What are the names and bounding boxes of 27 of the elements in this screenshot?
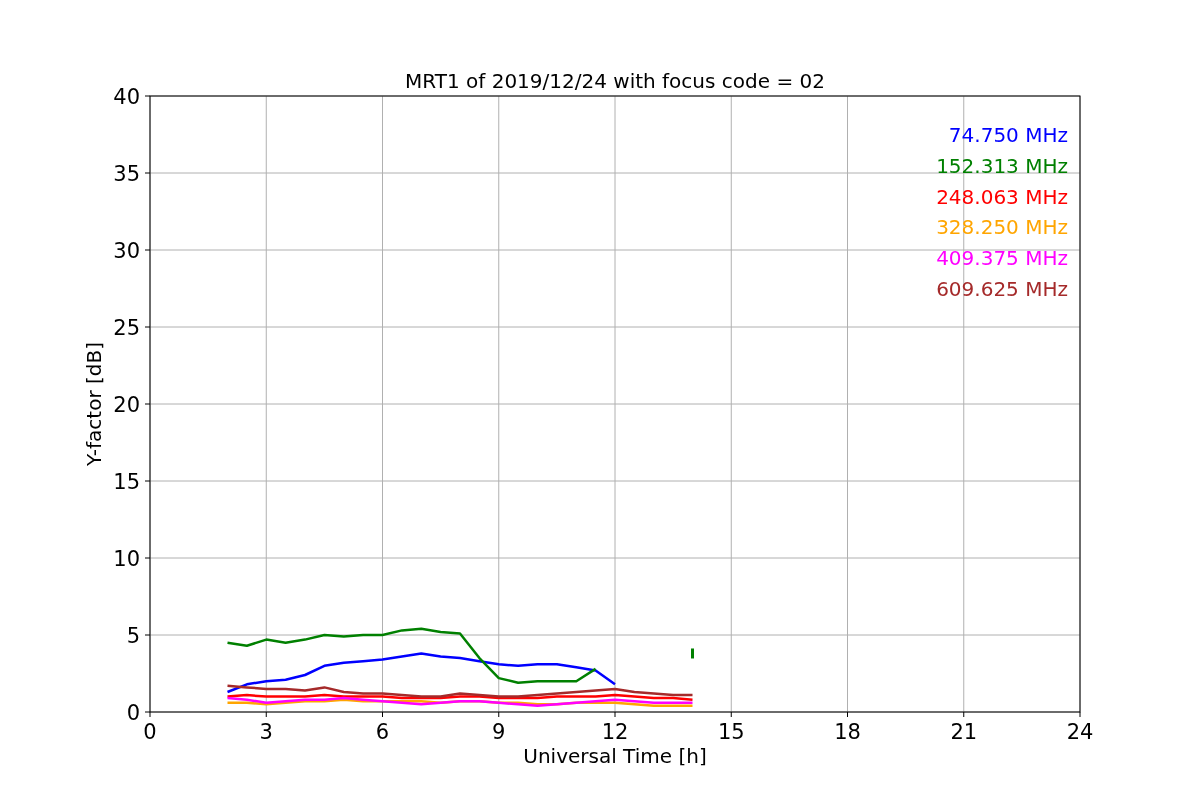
y-tick-label: 25: [113, 316, 140, 340]
x-tick-label: 9: [492, 720, 506, 744]
x-tick-label: 0: [143, 720, 157, 744]
y-tick-label: 10: [113, 547, 140, 571]
legend-label: 328.250 MHz: [936, 215, 1068, 240]
x-tick-label: 24: [1066, 720, 1094, 744]
x-tick-label: 12: [601, 720, 629, 744]
x-tick-label: 15: [717, 720, 745, 744]
x-tick-label: 6: [375, 720, 390, 744]
y-tick-label: 15: [113, 470, 140, 494]
y-tick-label: 0: [126, 701, 140, 725]
y-tick-label: 30: [113, 239, 140, 263]
x-tick-label: 21: [950, 720, 978, 744]
legend-label: 74.750 MHz: [948, 123, 1068, 147]
y-tick-label: 20: [113, 393, 140, 417]
chart-title: MRT1 of 2019/12/24 with focus code = 02: [405, 69, 825, 93]
y-tick-label: 40: [113, 85, 140, 109]
x-tick-label: 3: [259, 720, 273, 744]
x-axis-label: Universal Time [h]: [523, 744, 707, 768]
legend-label: 409.375 MHz: [936, 246, 1068, 271]
y-tick-label: 5: [126, 624, 140, 648]
legend-label: 152.313 MHz: [936, 153, 1068, 178]
legend-label: 609.625 MHz: [936, 277, 1068, 301]
legend-label: 248.063 MHz: [936, 184, 1068, 209]
x-tick-label: 18: [834, 720, 861, 744]
y-axis-label: Y-factor [dB]: [82, 342, 106, 466]
y-tick-label: 35: [113, 162, 140, 186]
